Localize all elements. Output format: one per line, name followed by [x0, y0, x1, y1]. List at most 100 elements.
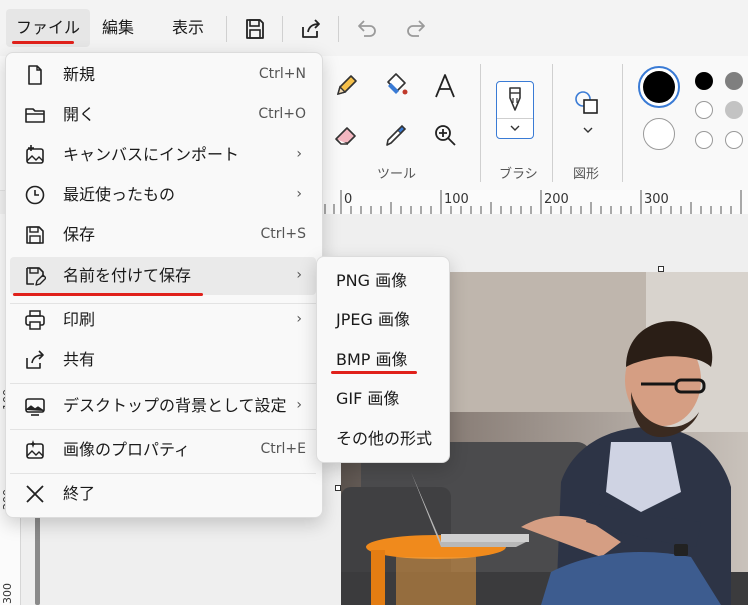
chevron-right-icon: › [296, 186, 302, 202]
menu-edit[interactable]: 編集 [92, 9, 144, 47]
swatch-gray[interactable] [725, 72, 743, 90]
new-file-icon [28, 65, 42, 85]
menu-item-save[interactable]: 保存 Ctrl+S [10, 216, 316, 254]
close-icon [26, 485, 44, 503]
menu-item-recent[interactable]: 最近使ったもの › [10, 176, 316, 214]
ruler-label: 300 [1, 583, 14, 604]
ruler-label: 0 [344, 192, 353, 207]
divider [226, 16, 227, 42]
resize-handle[interactable] [658, 266, 664, 272]
save-icon[interactable] [243, 17, 267, 41]
menu-item-label: キャンバスにインポート [63, 145, 240, 164]
file-menu: 新規 Ctrl+N 開く Ctrl+O キャンバスにインポート › 最近使ったも… [5, 52, 323, 518]
ruler-label: 300 [644, 192, 669, 207]
highlight-underline [12, 41, 74, 44]
color-picker-icon[interactable] [380, 119, 412, 151]
swatch-black[interactable] [695, 72, 713, 90]
eraser-icon[interactable] [330, 119, 362, 151]
save-as-other-formats[interactable]: その他の形式 [321, 421, 443, 457]
resize-handle[interactable] [335, 485, 341, 491]
text-tool-icon[interactable] [429, 70, 461, 102]
divider [338, 16, 339, 42]
menu-item-share[interactable]: 共有 [10, 341, 316, 379]
shapes-icon[interactable] [572, 88, 604, 120]
clock-icon [25, 185, 45, 205]
menu-item-open[interactable]: 開く Ctrl+O [10, 96, 316, 134]
menu-item-label: 共有 [63, 350, 96, 369]
magnifier-icon[interactable] [429, 119, 461, 151]
swatch-silver[interactable] [725, 101, 743, 119]
menu-item-label: JPEG 画像 [336, 310, 410, 329]
menu-item-exit[interactable]: 終了 [10, 475, 316, 513]
share-icon[interactable] [299, 17, 323, 41]
divider [282, 16, 283, 42]
menu-item-label: 名前を付けて保存 [63, 266, 192, 285]
menu-item-label: 終了 [63, 484, 96, 503]
chevron-right-icon: › [296, 146, 302, 162]
shortcut-text: Ctrl+N [258, 66, 306, 82]
menu-view[interactable]: 表示 [162, 9, 214, 47]
ruler-label: 100 [444, 192, 469, 207]
share-icon [26, 350, 44, 369]
secondary-color[interactable] [643, 118, 675, 150]
menu-item-set-desktop-background[interactable]: デスクトップの背景として設定 › [10, 387, 316, 425]
menu-item-image-properties[interactable]: 画像のプロパティ Ctrl+E [10, 431, 316, 469]
save-as-jpeg[interactable]: JPEG 画像 [321, 302, 443, 338]
menu-item-print[interactable]: 印刷 › [10, 301, 316, 339]
printer-icon [25, 310, 45, 330]
shortcut-text: Ctrl+E [260, 441, 307, 457]
menu-bar: ファイル 編集 表示 [0, 0, 748, 56]
menu-item-label: デスクトップの背景として設定 [63, 396, 287, 415]
chevron-right-icon: › [296, 311, 302, 327]
tools-group-label: ツール [377, 167, 417, 182]
menu-item-label: BMP 画像 [336, 350, 408, 369]
divider [622, 64, 623, 182]
highlight-underline [13, 293, 203, 296]
image-properties-icon [26, 440, 44, 459]
primary-color-ring[interactable] [638, 66, 680, 108]
pencil-icon[interactable] [330, 70, 362, 102]
save-as-gif[interactable]: GIF 画像 [321, 381, 443, 417]
divider [10, 473, 316, 474]
chevron-down-icon [510, 125, 520, 131]
brush-icon [509, 87, 521, 111]
highlight-underline [331, 371, 417, 374]
divider [10, 383, 316, 384]
menu-item-label: 印刷 [63, 310, 96, 329]
menu-item-new[interactable]: 新規 Ctrl+N [10, 56, 316, 94]
menu-item-label: GIF 画像 [336, 389, 400, 408]
desktop-background-icon [25, 398, 45, 416]
brush-group-label: ブラシ [499, 167, 538, 182]
import-image-icon [26, 145, 44, 164]
menu-item-label: 最近使ったもの [63, 185, 176, 204]
menu-item-label: 画像のプロパティ [63, 440, 191, 459]
save-icon [26, 226, 44, 244]
chevron-right-icon: › [296, 267, 302, 283]
divider [480, 64, 481, 182]
swatch-empty[interactable] [725, 131, 743, 149]
undo-icon[interactable] [355, 17, 379, 41]
divider [10, 429, 316, 430]
save-as-submenu: PNG 画像 JPEG 画像 BMP 画像 GIF 画像 その他の形式 [316, 256, 450, 463]
shortcut-text: Ctrl+S [260, 226, 306, 242]
scrollbar-thumb[interactable] [35, 514, 40, 605]
menu-item-save-as[interactable]: 名前を付けて保存 › [10, 257, 316, 295]
menu-item-label: 開く [63, 105, 96, 124]
menu-item-label: PNG 画像 [336, 271, 408, 290]
folder-icon [25, 108, 45, 123]
fill-icon[interactable] [380, 70, 412, 102]
swatch-empty[interactable] [695, 131, 713, 149]
save-as-png[interactable]: PNG 画像 [321, 263, 443, 299]
redo-icon[interactable] [404, 17, 428, 41]
chevron-down-icon[interactable] [582, 126, 594, 134]
menu-item-import[interactable]: キャンバスにインポート › [10, 136, 316, 174]
horizontal-ruler: 0 100 200 300 [320, 190, 748, 215]
divider [552, 64, 553, 182]
shapes-group-label: 図形 [573, 167, 600, 182]
chevron-right-icon: › [296, 397, 302, 413]
divider [497, 118, 533, 119]
shortcut-text: Ctrl+O [258, 106, 306, 122]
swatch-white[interactable] [695, 101, 713, 119]
brush-button[interactable] [496, 81, 534, 139]
menu-item-label: 保存 [63, 225, 96, 244]
